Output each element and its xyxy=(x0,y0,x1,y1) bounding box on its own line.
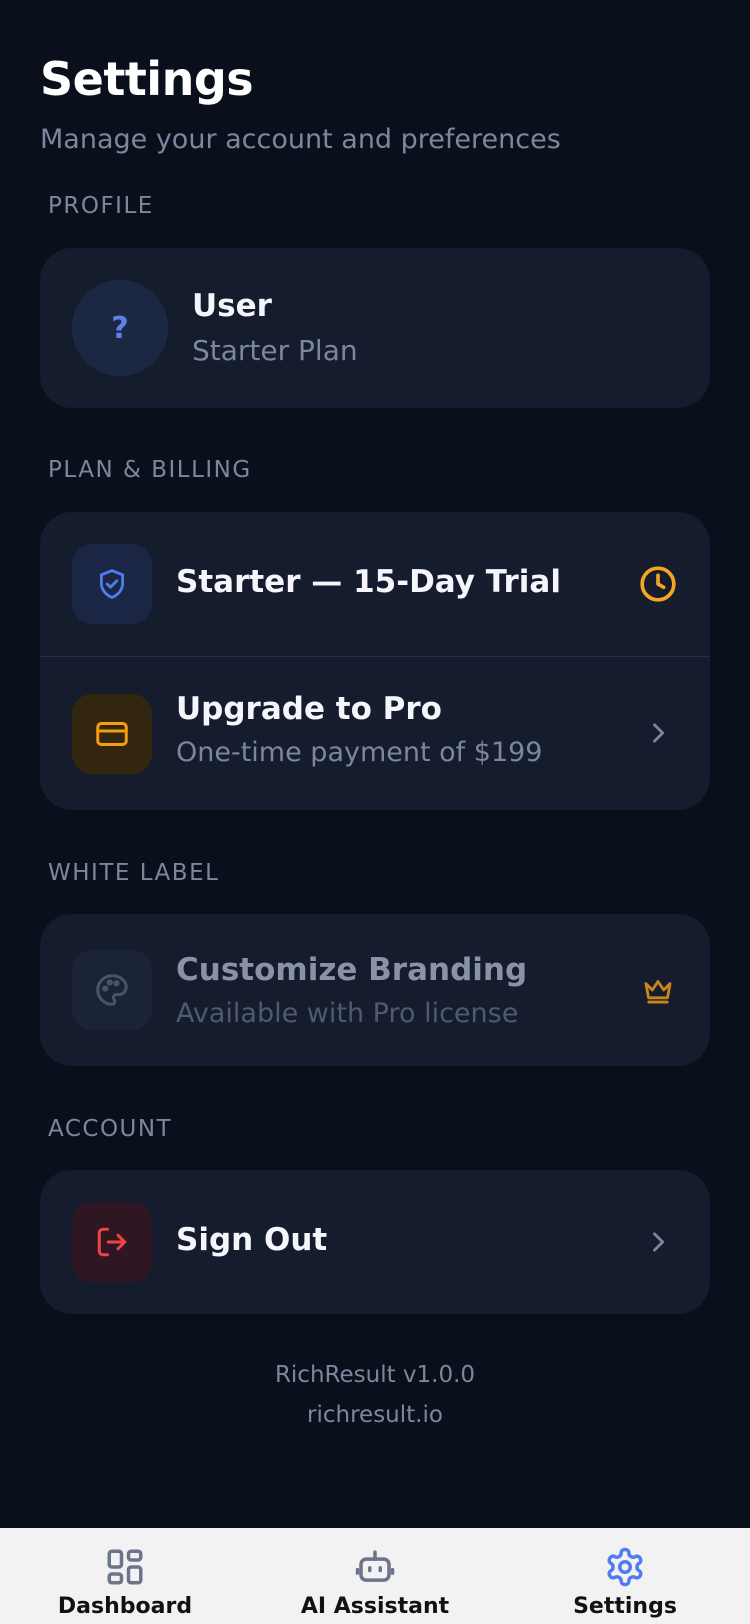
tab-ai-assistant[interactable]: AI Assistant xyxy=(250,1528,500,1624)
signout-card[interactable]: Sign Out xyxy=(40,1170,710,1314)
robot-icon xyxy=(355,1550,395,1582)
logout-icon xyxy=(72,1202,152,1282)
billing-card: Starter — 15-Day Trial Upgrade to Pro On… xyxy=(40,512,710,810)
tab-settings[interactable]: Settings xyxy=(500,1528,750,1624)
profile-plan: Starter Plan xyxy=(192,334,358,367)
profile-card[interactable]: ? User Starter Plan xyxy=(40,248,710,408)
signout-title: Sign Out xyxy=(176,1222,328,1258)
tab-label: AI Assistant xyxy=(300,1594,450,1619)
trial-row[interactable]: Starter — 15-Day Trial xyxy=(40,512,710,656)
palette-icon xyxy=(72,950,152,1030)
website-link[interactable]: richresult.io xyxy=(0,1402,750,1428)
branding-card[interactable]: Customize Branding Available with Pro li… xyxy=(40,914,710,1066)
clock-icon xyxy=(638,564,678,604)
avatar: ? xyxy=(72,280,168,376)
branding-title: Customize Branding xyxy=(176,952,528,988)
crown-icon xyxy=(638,970,678,1010)
tab-bar: Dashboard AI Assistant Settings xyxy=(0,1528,750,1624)
page-subtitle: Manage your account and preferences xyxy=(40,124,561,155)
page-title: Settings xyxy=(40,52,254,106)
dashboard-grid-icon xyxy=(107,1549,143,1585)
section-label-white-label: WHITE LABEL xyxy=(48,860,220,886)
upgrade-row[interactable]: Upgrade to Pro One-time payment of $199 xyxy=(40,657,710,810)
profile-name: User xyxy=(192,288,272,324)
tab-label: Settings xyxy=(573,1594,677,1619)
section-label-account: ACCOUNT xyxy=(48,1116,173,1142)
shield-check-icon xyxy=(72,544,152,624)
trial-title: Starter — 15-Day Trial xyxy=(176,564,561,600)
branding-subtitle: Available with Pro license xyxy=(176,998,519,1029)
app-version: RichResult v1.0.0 xyxy=(274,1362,476,1388)
gear-icon xyxy=(607,1547,643,1587)
settings-screen: Settings Manage your account and prefere… xyxy=(0,0,750,1624)
tab-label: Dashboard xyxy=(57,1594,193,1619)
chevron-right-icon xyxy=(638,713,678,753)
section-label-plan-billing: PLAN & BILLING xyxy=(48,457,252,483)
chevron-right-icon xyxy=(638,1222,678,1262)
upgrade-subtitle: One-time payment of $199 xyxy=(176,737,543,768)
credit-card-icon xyxy=(72,694,152,774)
section-label-profile: PROFILE xyxy=(48,193,154,219)
upgrade-title: Upgrade to Pro xyxy=(176,691,442,727)
tab-dashboard[interactable]: Dashboard xyxy=(0,1528,250,1624)
